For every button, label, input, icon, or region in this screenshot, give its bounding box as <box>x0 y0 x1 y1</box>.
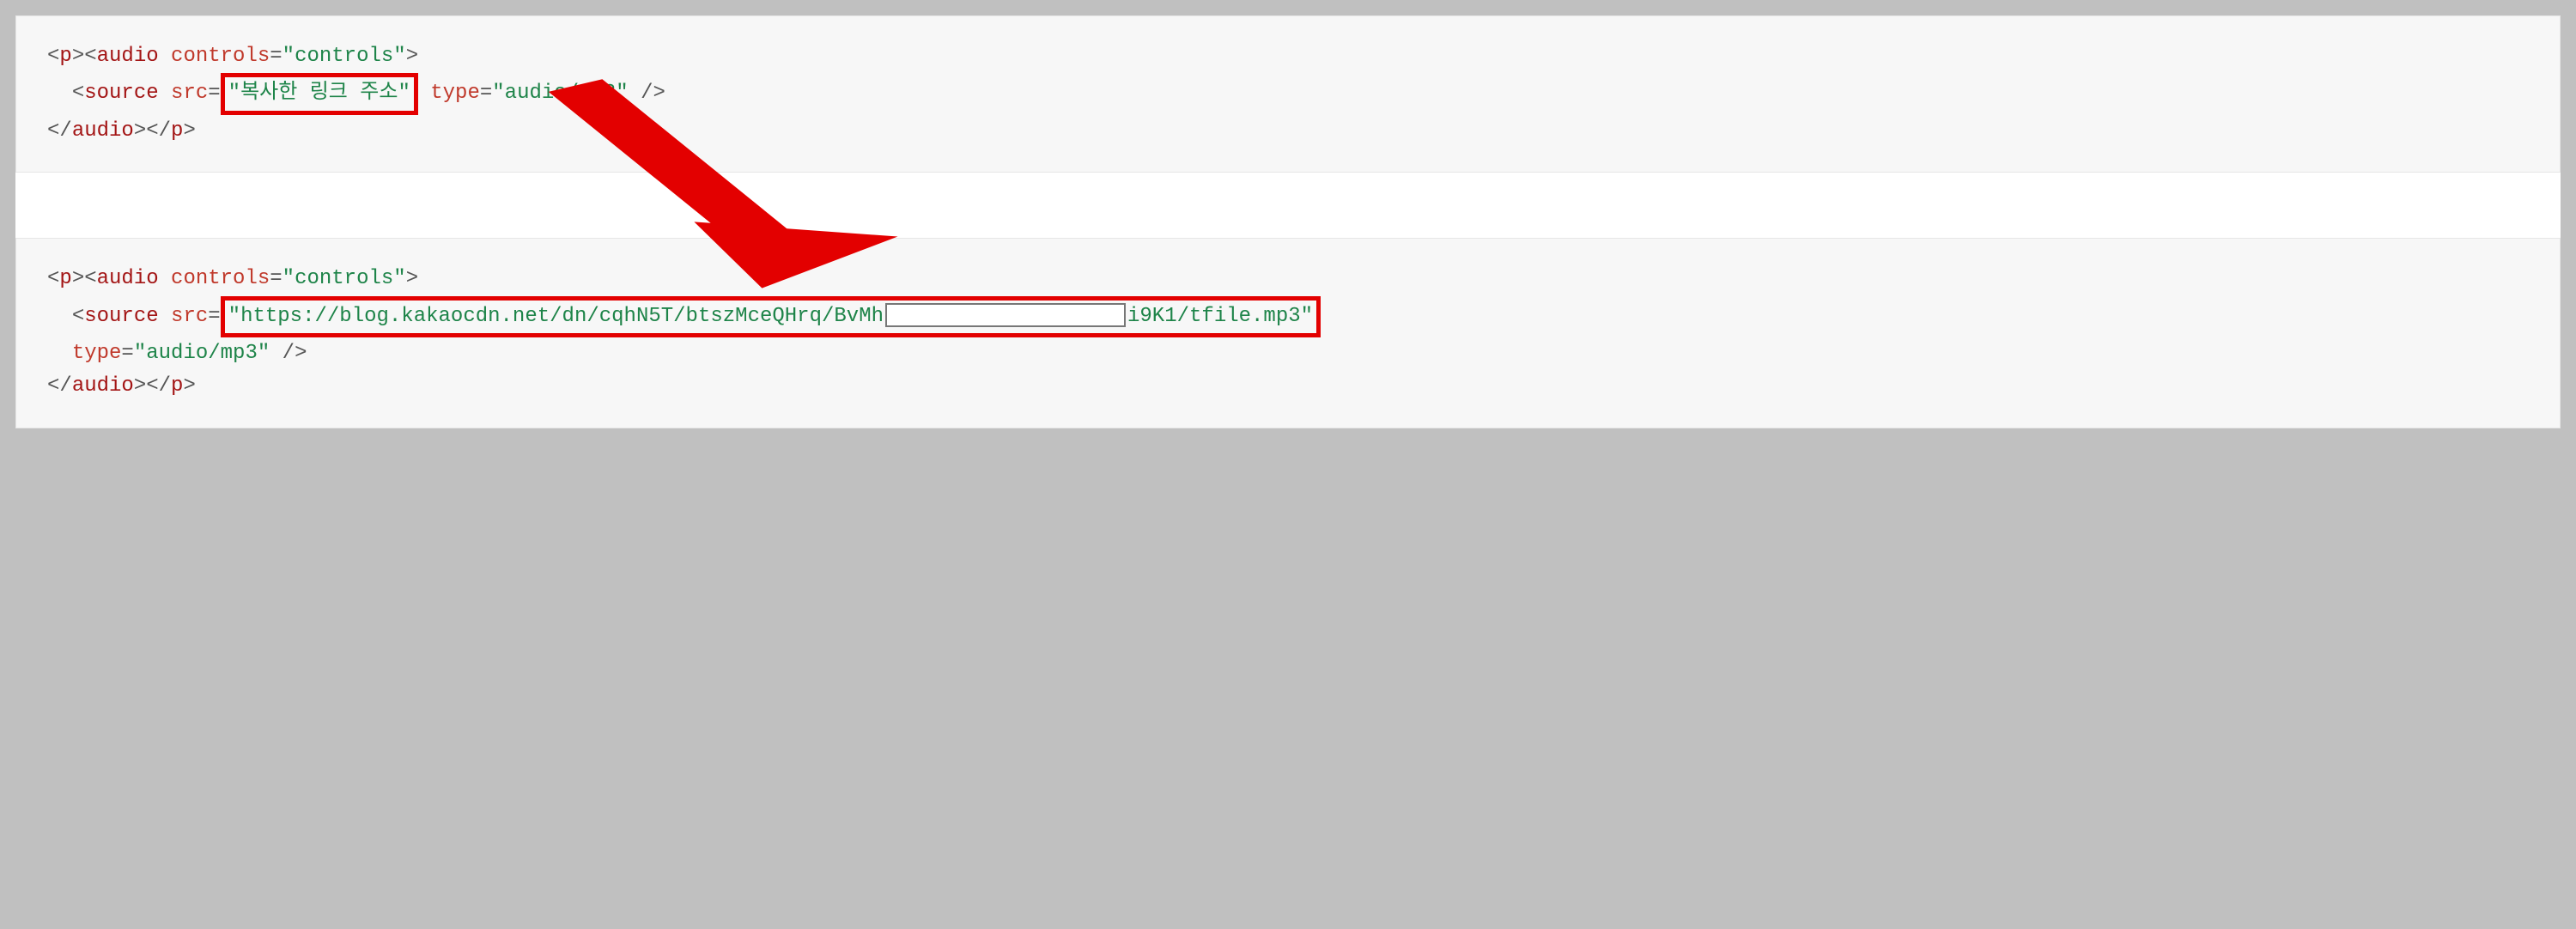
code-tag-source: source <box>84 82 158 105</box>
code-tag-p: p <box>59 45 71 68</box>
code-text: > <box>183 374 195 398</box>
code-val-type: "audio/mp3" <box>492 82 628 105</box>
highlight-actual-url: "https://blog.kakaocdn.net/dn/cqhN5T/bts… <box>221 296 1321 337</box>
block-gap <box>15 173 2561 238</box>
code-attr-src: src <box>171 82 208 105</box>
code-text: = <box>208 305 220 328</box>
code-text: ></ <box>134 374 171 398</box>
code-tag-audio-close: audio <box>72 119 134 143</box>
code-attr-controls: controls <box>171 45 270 68</box>
code-text: = <box>208 82 220 105</box>
code-text: < <box>47 267 59 290</box>
redacted-segment <box>885 303 1126 327</box>
code-text: </ <box>47 119 72 143</box>
code-text: /> <box>629 82 665 105</box>
code-text <box>159 267 171 290</box>
code-val-src-placeholder: "복사한 링크 주소" <box>228 82 410 105</box>
code-text: > <box>406 267 418 290</box>
code-attr-type: type <box>72 342 122 365</box>
code-tag-p-close: p <box>171 119 183 143</box>
code-tag-audio: audio <box>97 267 159 290</box>
code-val-type: "audio/mp3" <box>134 342 270 365</box>
code-text: < <box>72 82 84 105</box>
code-tag-p: p <box>59 267 71 290</box>
highlight-placeholder-src: "복사한 링크 주소" <box>221 73 418 114</box>
code-tag-audio: audio <box>97 45 159 68</box>
code-val-url-right: i9K1/tfile.mp3" <box>1127 305 1313 328</box>
code-text: >< <box>72 267 97 290</box>
code-attr-src: src <box>171 305 208 328</box>
code-text <box>418 82 430 105</box>
code-block-after: <p><audio controls="controls"> <source s… <box>15 238 2561 428</box>
code-text: = <box>270 267 282 290</box>
code-text: < <box>47 45 59 68</box>
code-text: > <box>183 119 195 143</box>
code-text: = <box>270 45 282 68</box>
code-text: >< <box>72 45 97 68</box>
code-attr-controls: controls <box>171 267 270 290</box>
code-text: = <box>121 342 133 365</box>
code-val-controls: "controls" <box>283 267 406 290</box>
code-text <box>159 45 171 68</box>
code-text: ></ <box>134 119 171 143</box>
code-text: </ <box>47 374 72 398</box>
code-text: > <box>406 45 418 68</box>
code-tag-audio-close: audio <box>72 374 134 398</box>
code-val-controls: "controls" <box>283 45 406 68</box>
code-text: = <box>480 82 492 105</box>
code-tag-source: source <box>84 305 158 328</box>
code-text: < <box>72 305 84 328</box>
code-attr-type: type <box>430 82 480 105</box>
code-text: /> <box>270 342 307 365</box>
code-tag-p-close: p <box>171 374 183 398</box>
code-val-url-left: "https://blog.kakaocdn.net/dn/cqhN5T/bts… <box>228 305 884 328</box>
code-text <box>159 82 171 105</box>
code-text <box>159 305 171 328</box>
code-block-before: <p><audio controls="controls"> <source s… <box>15 15 2561 173</box>
tutorial-container: <p><audio controls="controls"> <source s… <box>15 15 2561 428</box>
